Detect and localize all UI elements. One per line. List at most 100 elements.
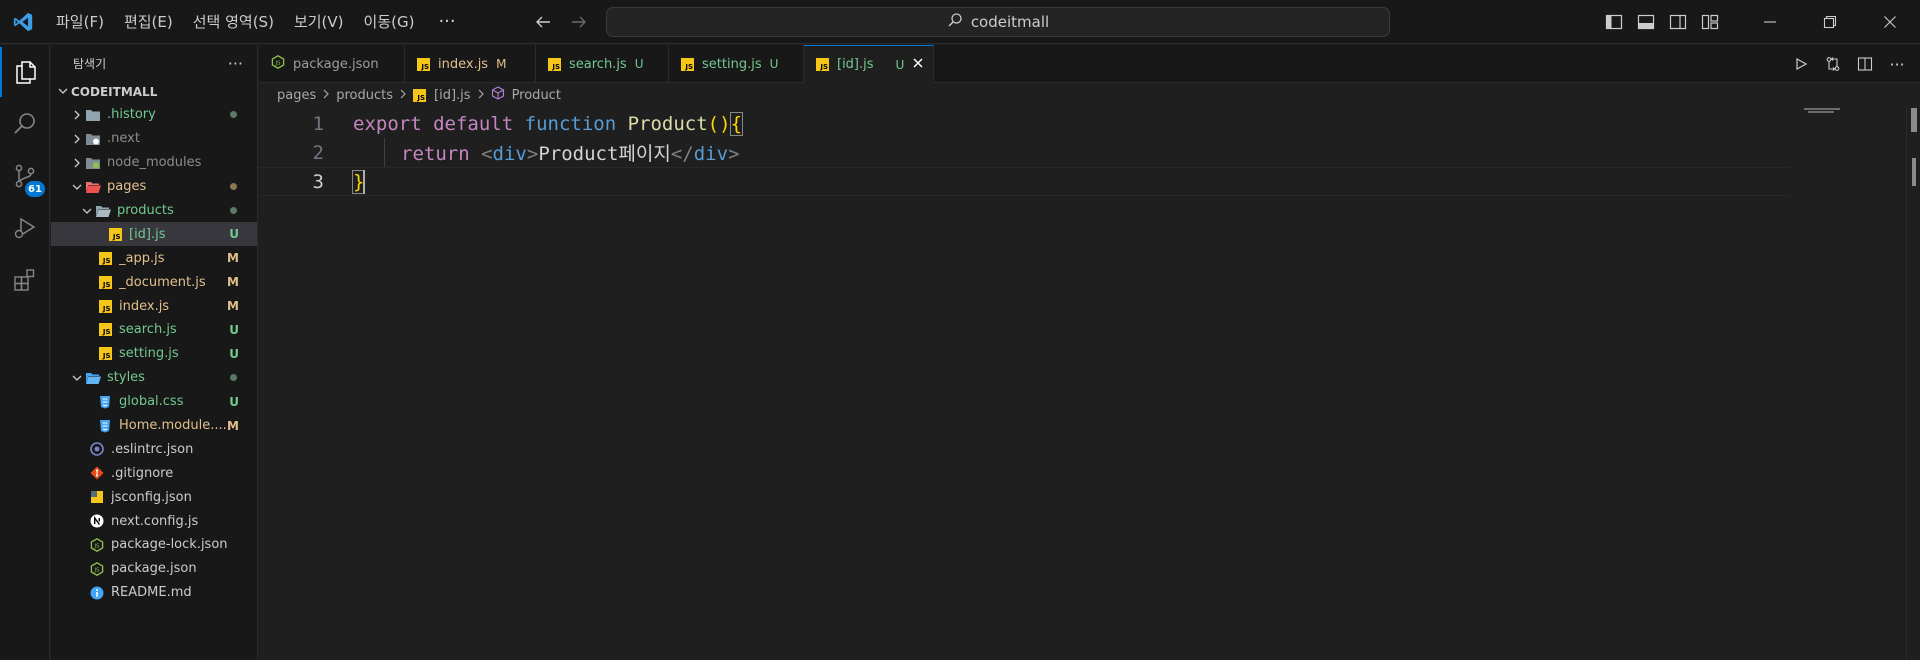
more-actions-icon[interactable]: ···: [1884, 51, 1910, 77]
tab-git-status: U: [634, 57, 644, 71]
tree-item-index-js[interactable]: JS index.js M: [51, 294, 257, 318]
tree-item-setting-js[interactable]: JS setting.js U: [51, 342, 257, 366]
tree-item-pages[interactable]: pages: [51, 175, 257, 199]
title-bar-controls: [1598, 0, 1920, 44]
menu-go[interactable]: 이동(G): [354, 0, 425, 44]
tree-item-global-css[interactable]: global.css U: [51, 390, 257, 414]
tab-package-json[interactable]: JS package.json: [259, 45, 405, 83]
explorer-more-actions[interactable]: ···: [228, 54, 243, 73]
tree-item-readme[interactable]: README.md: [51, 581, 257, 605]
workspace-root[interactable]: CODEITMALL: [51, 81, 257, 103]
tree-item-jsconfig[interactable]: jsconfig.json: [51, 485, 257, 509]
toggle-secondary-sidebar-icon[interactable]: [1662, 0, 1694, 44]
tree-item-next[interactable]: .next: [51, 127, 257, 151]
minimap[interactable]: [1794, 106, 1904, 660]
split-editor-icon[interactable]: [1852, 51, 1878, 77]
tree-item-label: styles: [107, 370, 145, 386]
tree-item-next-config[interactable]: next.config.js: [51, 509, 257, 533]
tree-item-eslintrc[interactable]: .eslintrc.json: [51, 437, 257, 461]
modified-dot: [230, 183, 237, 191]
run-debug-icon[interactable]: [0, 203, 50, 253]
git-status: M: [227, 275, 239, 290]
css-file-icon: [97, 418, 113, 434]
tree-item-gitignore[interactable]: .gitignore: [51, 461, 257, 485]
source-control-icon[interactable]: 61: [0, 151, 50, 201]
forward-arrow-icon[interactable]: [566, 9, 592, 35]
scrollbar-thumb[interactable]: [1911, 108, 1917, 132]
tree-item-package-lock[interactable]: JS package-lock.json: [51, 533, 257, 557]
token-tag-punct: </: [670, 143, 694, 165]
breadcrumb-item-products[interactable]: products: [336, 88, 393, 103]
menu-selection[interactable]: 선택 영역(S): [183, 0, 284, 44]
toggle-panel-icon[interactable]: [1630, 0, 1662, 44]
tree-item-label: pages: [107, 179, 147, 195]
breadcrumb-item-symbol[interactable]: Product: [512, 88, 561, 103]
search-view-icon[interactable]: [0, 99, 50, 149]
close-tab-icon[interactable]: [912, 57, 924, 73]
folder-open-icon: [95, 203, 111, 219]
tab-setting-js[interactable]: JS setting.js U: [669, 45, 804, 83]
explorer-title: 탐색기: [73, 56, 107, 71]
folder-open-styles-icon: [85, 370, 101, 386]
tree-item-history[interactable]: .history: [51, 103, 257, 127]
token-tag-punct: <: [481, 143, 493, 165]
restore-icon[interactable]: [1800, 0, 1860, 44]
command-center-label: codeitmall: [970, 13, 1050, 31]
token-tag: div: [492, 143, 527, 165]
explorer-sidebar: 탐색기 ··· CODEITMALL .history .next node_m…: [51, 45, 258, 660]
chevron-right-icon: [397, 89, 409, 102]
chevron-down-icon: [57, 85, 69, 100]
tree-item-node-modules[interactable]: node_modules: [51, 151, 257, 175]
menu-edit[interactable]: 편집(E): [114, 0, 183, 44]
token-keyword: export: [353, 112, 422, 135]
line-number: 1: [312, 112, 324, 135]
javascript-file-icon: JS: [681, 57, 694, 71]
toggle-primary-sidebar-icon[interactable]: [1598, 0, 1630, 44]
tree-item-app-js[interactable]: JS _app.js M: [51, 246, 257, 270]
tree-item-search-js[interactable]: JS search.js U: [51, 318, 257, 342]
tree-item-id-js[interactable]: JS [id].js U: [51, 222, 257, 247]
javascript-file-icon: JS: [97, 322, 113, 338]
extensions-icon[interactable]: [0, 255, 50, 305]
menu-more[interactable]: ···: [424, 0, 469, 44]
scrollbar-marker: [1912, 158, 1916, 186]
menu-file[interactable]: 파일(F): [46, 0, 114, 44]
code-line-current: 3 }: [259, 167, 1789, 196]
command-center-search[interactable]: codeitmall: [606, 7, 1390, 37]
tab-id-js[interactable]: JS [id].js U: [804, 45, 934, 83]
token-tag-punct: >: [526, 143, 539, 165]
tree-item-label: .gitignore: [111, 465, 174, 481]
javascript-file-icon: JS: [548, 57, 561, 71]
git-status: U: [229, 394, 239, 409]
untracked-dot: [230, 207, 237, 214]
token-tag: div: [693, 143, 729, 165]
tree-item-package-json[interactable]: JS package.json: [51, 557, 257, 581]
tree-item-home-module-css[interactable]: Home.module.... M: [51, 414, 257, 438]
tree-item-label: Home.module....: [119, 418, 227, 434]
editor-scrollbar[interactable]: [1906, 106, 1920, 660]
tree-item-products[interactable]: products: [51, 199, 257, 223]
breadcrumb: pages products JS [id].js Product: [277, 84, 561, 106]
tab-index-js[interactable]: JS index.js M: [405, 45, 536, 83]
compare-changes-icon[interactable]: [1820, 51, 1846, 77]
menu-view[interactable]: 보기(V): [284, 0, 354, 44]
workspace-root-label: CODEITMALL: [71, 85, 158, 99]
folder-next-icon: [85, 131, 101, 147]
tab-label: setting.js: [702, 56, 762, 72]
tab-label: index.js: [438, 56, 489, 72]
close-window-icon[interactable]: [1860, 0, 1920, 44]
tree-item-label: next.config.js: [111, 513, 199, 529]
run-code-icon[interactable]: [1788, 51, 1814, 77]
back-arrow-icon[interactable]: [530, 9, 556, 35]
customize-layout-icon[interactable]: [1694, 0, 1726, 44]
breadcrumb-item-pages[interactable]: pages: [277, 88, 316, 103]
minimize-icon[interactable]: [1740, 0, 1800, 44]
tab-search-js[interactable]: JS search.js U: [536, 45, 669, 83]
git-status: M: [227, 299, 239, 314]
javascript-file-icon: JS: [97, 346, 113, 362]
tree-item-styles[interactable]: styles: [51, 366, 257, 390]
breadcrumb-item-file[interactable]: [id].js: [434, 88, 471, 103]
tree-item-document-js[interactable]: JS _document.js M: [51, 270, 257, 294]
code-editor[interactable]: 1 export default function Product(){ 2 r…: [259, 106, 1920, 660]
explorer-icon[interactable]: [0, 47, 50, 97]
